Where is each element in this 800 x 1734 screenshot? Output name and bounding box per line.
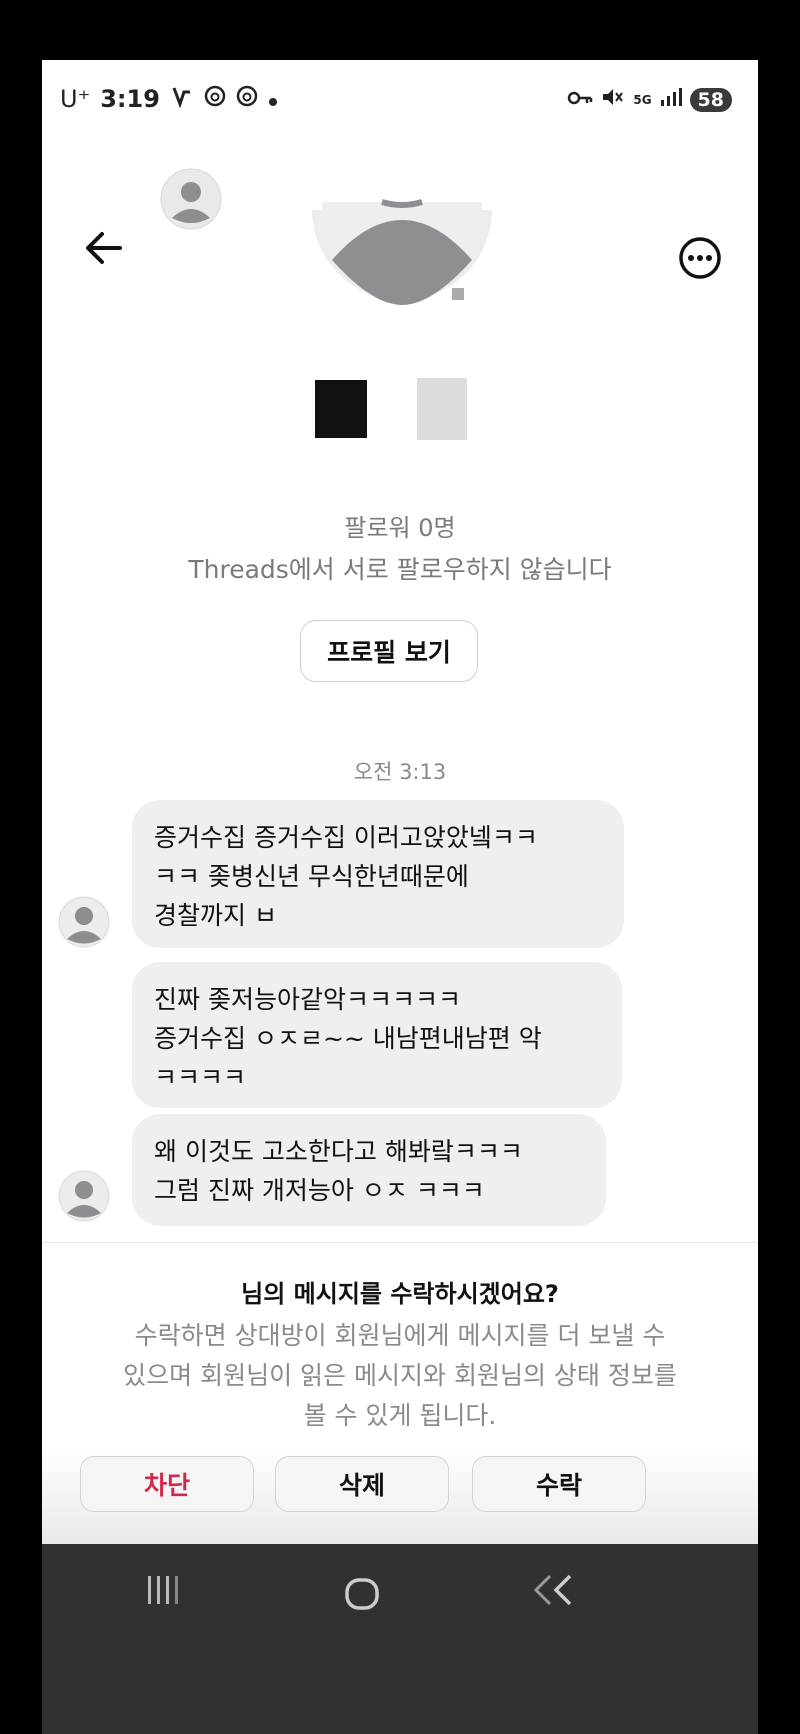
threads-icon xyxy=(204,85,226,113)
mute-icon xyxy=(601,86,625,113)
request-description: 수락하면 상대방이 회원님에게 메시지를 더 보낼 수 있으며 회원님이 읽은 … xyxy=(88,1316,712,1436)
message-line: 경찰까지 ㅂ xyxy=(154,901,277,930)
recent-apps-icon[interactable] xyxy=(146,1574,180,1610)
home-icon[interactable] xyxy=(344,1578,380,1614)
system-navigation-bar xyxy=(42,1544,758,1734)
message-line: 그럼 진짜 개저능아 ㅇㅈ ㅋㅋㅋ xyxy=(154,1176,485,1205)
avatar[interactable] xyxy=(58,896,110,948)
request-prompt: 님의 메시지를 수락하시겠어요? xyxy=(241,1280,559,1308)
battery-indicator: 58 xyxy=(689,87,732,112)
redacted-username xyxy=(315,380,367,438)
network-label: 5G xyxy=(633,92,652,107)
message-line: 왜 이것도 고소한다고 해봐랔ㅋㅋㅋ xyxy=(154,1137,523,1166)
follower-count: 팔로워 0명 xyxy=(344,514,456,542)
more-horizontal-icon xyxy=(679,237,721,279)
message-line: ㅋㅋㅋㅋ xyxy=(154,1063,247,1092)
avatar[interactable] xyxy=(58,1170,110,1222)
dot-icon xyxy=(268,85,278,113)
message-line: 증거수집 ㅇㅈㄹ~~ 내남편내남편 악 xyxy=(154,1024,542,1053)
signal-icon xyxy=(660,87,682,112)
message-timestamp: 오전 3:13 xyxy=(353,760,447,784)
accept-button[interactable]: 수락 xyxy=(472,1456,646,1512)
dm-request-screen: U⁺ 3:19 5G 58 팔로워 0명 Threads에서 서로 팔로우하지 … xyxy=(42,60,758,1734)
message-bubble[interactable]: 증거수집 증거수집 이러고앉았넼ㅋㅋ ㅋㅋ 좆병신년 무식한년때문에 경찰까지 … xyxy=(132,800,624,948)
threads-icon xyxy=(236,85,258,113)
message-bubble[interactable]: 왜 이것도 고소한다고 해봐랔ㅋㅋㅋ 그럼 진짜 개저능아 ㅇㅈ ㅋㅋㅋ xyxy=(132,1114,606,1226)
profile-avatar[interactable] xyxy=(312,60,492,305)
delete-button[interactable]: 삭제 xyxy=(275,1456,449,1512)
description-line: 수락하면 상대방이 회원님에게 메시지를 더 보낼 수 xyxy=(134,1321,666,1350)
more-options-button[interactable] xyxy=(678,236,722,280)
avatar[interactable] xyxy=(160,168,222,230)
clock: 3:19 xyxy=(100,85,160,113)
description-line: 볼 수 있게 됩니다. xyxy=(303,1401,497,1430)
block-button[interactable]: 차단 xyxy=(80,1456,254,1512)
back-button[interactable] xyxy=(80,228,130,268)
description-line: 있으며 회원님이 읽은 메시지와 회원님의 상태 정보를 xyxy=(123,1361,677,1390)
arrow-left-icon xyxy=(86,232,122,264)
back-icon[interactable] xyxy=(532,1572,580,1612)
divider xyxy=(42,1242,758,1243)
carrier-label: U⁺ xyxy=(60,85,91,113)
view-profile-button[interactable]: 프로필 보기 xyxy=(300,620,478,682)
message-line: 증거수집 증거수집 이러고앉았넼ㅋㅋ xyxy=(154,823,538,852)
key-icon xyxy=(567,88,593,112)
lightning-icon xyxy=(170,84,194,114)
redacted-username xyxy=(417,378,467,440)
message-line: 진짜 좆저능아같악ㅋㅋㅋㅋㅋ xyxy=(154,985,461,1014)
message-bubble[interactable]: 진짜 좆저능아같악ㅋㅋㅋㅋㅋ 증거수집 ㅇㅈㄹ~~ 내남편내남편 악 ㅋㅋㅋㅋ xyxy=(132,962,622,1108)
message-line: ㅋㅋ 좆병신년 무식한년때문에 xyxy=(154,862,469,891)
follow-status-text: Threads에서 서로 팔로우하지 않습니다 xyxy=(188,555,612,584)
